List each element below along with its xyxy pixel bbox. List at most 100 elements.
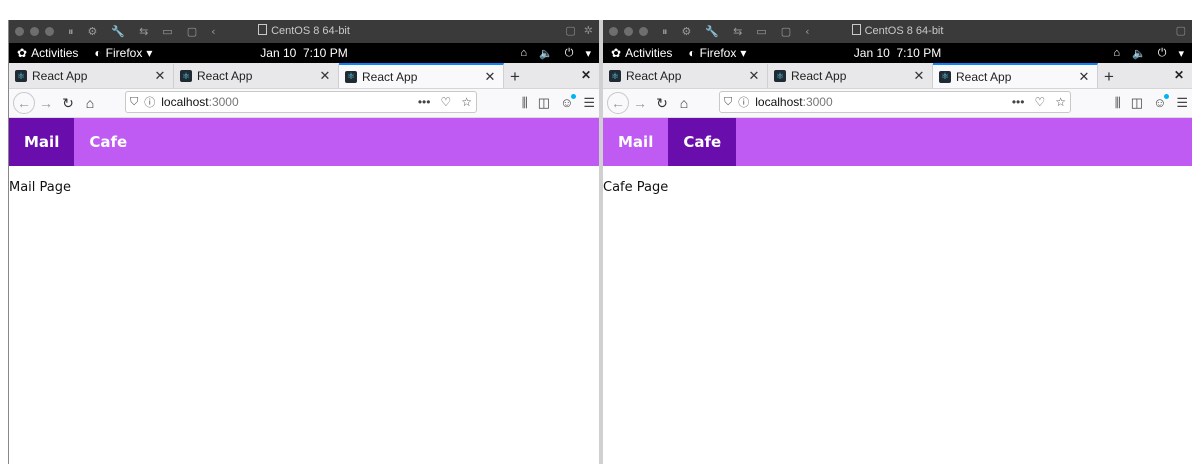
reload-button[interactable]: ↻ — [57, 92, 79, 114]
sidebar-icon[interactable]: ◫ — [538, 95, 550, 111]
back-icon[interactable]: ‹ — [805, 25, 809, 39]
close-icon[interactable]: ✕ — [747, 68, 761, 84]
reload-button[interactable]: ↻ — [651, 92, 673, 114]
react-icon: ⚛ — [939, 70, 951, 83]
react-icon: ⚛ — [774, 70, 786, 82]
gear-icon[interactable]: ✲ — [584, 24, 593, 37]
firefox-icon: ◐ — [688, 46, 696, 60]
window-icon[interactable]: ▢ — [565, 24, 575, 37]
close-icon[interactable]: ✕ — [483, 69, 497, 85]
window-close-icon[interactable]: ✕ — [1174, 68, 1184, 82]
power-icon[interactable]: ⏻ — [565, 47, 574, 60]
browser-tab[interactable]: ⚛ React App ✕ — [768, 64, 933, 88]
camera-icon[interactable]: ▢ — [781, 25, 791, 39]
activities-button[interactable]: ✿ Activities — [17, 46, 78, 60]
pause-icon[interactable]: ⏸ — [68, 25, 74, 39]
gnome-top-bar: ✿ Activities ◐ Firefox ▾ Jan 10 7:10 PM ⌂ 🔈… — [603, 43, 1192, 63]
back-button[interactable]: ← — [607, 92, 629, 114]
url-bar[interactable]: ⛉ ⓘ localhost:3000 ••• ♡ ☆ — [125, 91, 477, 113]
window-close-icon[interactable]: ✕ — [581, 68, 591, 82]
network-icon[interactable]: ⇆ — [733, 25, 742, 39]
tab-strip: ⚛ React App ✕ ⚛ React App ✕ ⚛ React App … — [9, 63, 599, 89]
chevron-down-icon[interactable]: ▾ — [585, 47, 591, 60]
close-icon[interactable]: ✕ — [318, 68, 332, 84]
vm-right-icons: ▢ — [1176, 24, 1186, 37]
info-icon[interactable]: ⓘ — [738, 94, 749, 110]
disk-icon[interactable]: ▭ — [756, 25, 766, 39]
window-icon[interactable]: ▢ — [1176, 24, 1186, 37]
back-button[interactable]: ← — [13, 92, 35, 114]
browser-tab[interactable]: ⚛ React App ✕ — [174, 64, 339, 88]
vm-window-right: ⏸ ⚙ 🔧 ⇆ ▭ ▢ ‹ CentOS 8 64-bit ▢ ✿ Activit… — [603, 20, 1192, 464]
document-icon — [851, 24, 861, 35]
activities-icon: ✿ — [17, 46, 28, 60]
browser-tab-active[interactable]: ⚛ React App ✕ — [933, 63, 1098, 88]
vm-window-controls[interactable] — [609, 27, 648, 36]
tracking-shield-icon[interactable]: ⛉ — [724, 96, 732, 109]
account-icon[interactable]: ☺ — [1153, 94, 1170, 111]
forward-button[interactable]: → — [629, 92, 651, 114]
page-content: Cafe Page — [603, 180, 669, 195]
gnome-top-bar: ✿ Activities ◐ Firefox ▾ Jan 10 7:10 PM ⌂ 🔈… — [9, 43, 599, 63]
menu-icon[interactable]: ☰ — [583, 95, 595, 111]
power-icon[interactable]: ⏻ — [1158, 47, 1167, 60]
vm-titlebar: ⏸ ⚙ 🔧 ⇆ ▭ ▢ ‹ CentOS 8 64-bit ▢ ✲ — [9, 20, 599, 43]
tab-strip: ⚛ React App ✕ ⚛ React App ✕ ⚛ React App … — [603, 63, 1192, 89]
react-icon: ⚛ — [345, 70, 357, 83]
forward-button[interactable]: → — [35, 92, 57, 114]
bookmark-star-icon[interactable]: ☆ — [1055, 95, 1066, 109]
page-actions-icon[interactable]: ••• — [1012, 95, 1025, 109]
settings-icon[interactable]: ⚙ — [88, 25, 98, 39]
tracking-shield-icon[interactable]: ⛉ — [130, 96, 138, 109]
browser-tab[interactable]: ⚛ React App ✕ — [603, 64, 768, 88]
activities-button[interactable]: ✿ Activities — [611, 46, 672, 60]
library-icon[interactable]: ⫼ — [522, 95, 528, 111]
nav-link-mail[interactable]: Mail — [603, 118, 668, 166]
activities-icon: ✿ — [611, 46, 622, 60]
sidebar-icon[interactable]: ◫ — [1131, 95, 1143, 111]
settings-icon[interactable]: ⚙ — [682, 25, 692, 39]
wrench-icon[interactable]: 🔧 — [111, 25, 125, 39]
close-icon[interactable]: ✕ — [153, 68, 167, 84]
browser-tab[interactable]: ⚛ React App ✕ — [9, 64, 174, 88]
close-icon[interactable]: ✕ — [1077, 69, 1091, 85]
home-button[interactable]: ⌂ — [79, 92, 101, 114]
nav-toolbar: ← → ↻ ⌂ ⛉ ⓘ localhost:3000 ••• ♡ ☆ ⫼ ◫ ☺… — [603, 89, 1192, 118]
new-tab-button[interactable]: + — [1098, 66, 1120, 88]
library-icon[interactable]: ⫼ — [1115, 95, 1121, 111]
close-icon[interactable]: ✕ — [912, 68, 926, 84]
info-icon[interactable]: ⓘ — [144, 94, 155, 110]
nav-link-cafe[interactable]: Cafe — [668, 118, 737, 166]
app-menu[interactable]: ◐ Firefox ▾ — [94, 46, 152, 60]
home-button[interactable]: ⌂ — [673, 92, 695, 114]
pocket-icon[interactable]: ♡ — [1034, 95, 1045, 109]
browser-tab-active[interactable]: ⚛ React App ✕ — [339, 63, 504, 88]
url-bar[interactable]: ⛉ ⓘ localhost:3000 ••• ♡ ☆ — [719, 91, 1071, 113]
chevron-down-icon[interactable]: ▾ — [1178, 47, 1184, 60]
vm-titlebar: ⏸ ⚙ 🔧 ⇆ ▭ ▢ ‹ CentOS 8 64-bit ▢ — [603, 20, 1192, 43]
page-actions-icon[interactable]: ••• — [418, 95, 431, 109]
nav-link-mail[interactable]: Mail — [9, 118, 75, 166]
account-icon[interactable]: ☺ — [560, 94, 577, 111]
pocket-icon[interactable]: ♡ — [440, 95, 451, 109]
disk-icon[interactable]: ▭ — [162, 25, 172, 39]
app-nav: Mail Cafe — [603, 118, 1192, 166]
network-icon[interactable]: ⇆ — [139, 25, 148, 39]
volume-icon[interactable]: 🔈 — [1132, 47, 1146, 60]
back-icon[interactable]: ‹ — [211, 25, 215, 39]
react-icon: ⚛ — [180, 70, 192, 82]
bookmark-star-icon[interactable]: ☆ — [461, 95, 472, 109]
network-status-icon[interactable]: ⌂ — [1113, 47, 1120, 59]
app-menu[interactable]: ◐ Firefox ▾ — [688, 46, 746, 60]
network-status-icon[interactable]: ⌂ — [520, 47, 527, 59]
pause-icon[interactable]: ⏸ — [662, 25, 668, 39]
vm-window-controls[interactable] — [15, 27, 54, 36]
volume-icon[interactable]: 🔈 — [539, 47, 553, 60]
vm-toolbar: ⏸ ⚙ 🔧 ⇆ ▭ ▢ ‹ — [68, 25, 216, 39]
camera-icon[interactable]: ▢ — [187, 25, 197, 39]
wrench-icon[interactable]: 🔧 — [705, 25, 719, 39]
left-edge — [0, 20, 9, 464]
nav-link-cafe[interactable]: Cafe — [74, 118, 142, 166]
menu-icon[interactable]: ☰ — [1176, 95, 1188, 111]
new-tab-button[interactable]: + — [504, 66, 526, 88]
